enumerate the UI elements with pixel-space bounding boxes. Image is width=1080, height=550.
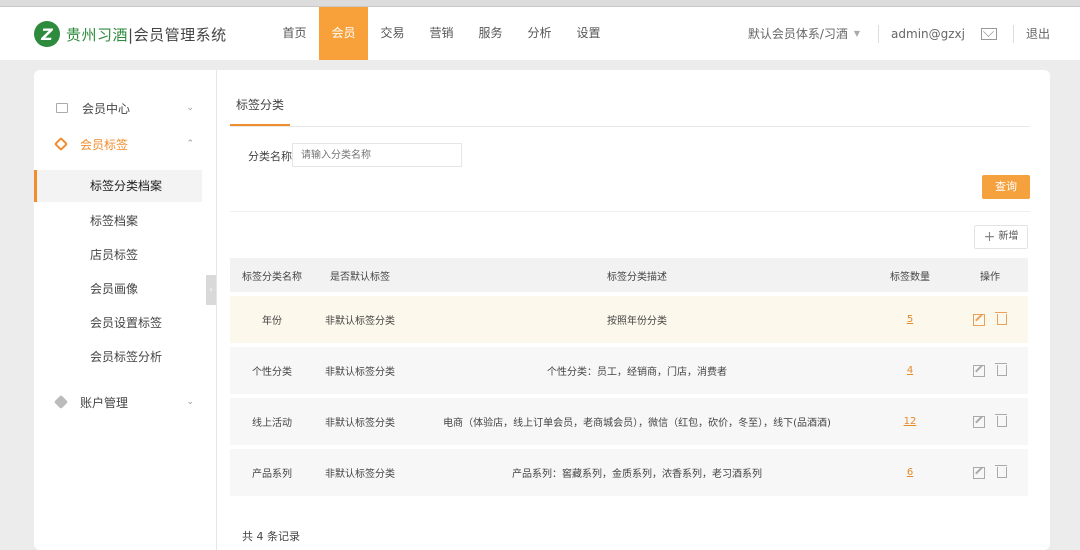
username[interactable]: admin@gzxj bbox=[891, 27, 965, 41]
divider bbox=[1012, 24, 1014, 43]
chevron-down-icon: ▼ bbox=[853, 29, 861, 38]
category-name-input[interactable] bbox=[292, 143, 462, 167]
divider bbox=[230, 211, 1030, 212]
chevron-down-icon: ⌄ bbox=[186, 103, 194, 113]
cell-is-default: 非默认标签分类 bbox=[325, 418, 395, 429]
sidebar-item-tag-archive[interactable]: 标签档案 bbox=[34, 205, 216, 237]
nav-analysis[interactable]: 分析 bbox=[515, 7, 564, 60]
sidebar-group-member-center[interactable]: 会员中心 ⌄ bbox=[34, 98, 216, 118]
trash-icon[interactable] bbox=[995, 413, 1007, 427]
edit-icon[interactable] bbox=[973, 364, 985, 377]
record-count: 共 4 条记录 bbox=[242, 530, 300, 543]
chevron-up-icon: ⌃ bbox=[186, 139, 194, 149]
logo-icon: Z bbox=[34, 21, 60, 47]
cell-description: 电商（体验店，线上订单会员，老商城会员），微信（红包，砍价，冬至），线下(品酒酒… bbox=[443, 418, 831, 429]
nav-member[interactable]: 会员 bbox=[319, 7, 368, 60]
plus-icon: + bbox=[983, 229, 996, 245]
logo[interactable]: Z 贵州习酒|会员管理系统 bbox=[34, 21, 227, 47]
edit-icon[interactable] bbox=[973, 313, 985, 326]
sidebar-item-member-set-tags[interactable]: 会员设置标签 bbox=[34, 307, 216, 339]
sidebar-item-tag-category[interactable]: 标签分类档案 bbox=[34, 170, 202, 202]
cell-name: 线上活动 bbox=[252, 418, 292, 429]
tag-count-link[interactable]: 5 bbox=[907, 314, 913, 325]
trash-icon[interactable] bbox=[995, 362, 1007, 376]
category-name-label: 分类名称 bbox=[248, 150, 292, 163]
main-nav: 首页 会员 交易 营销 服务 分析 设置 bbox=[270, 7, 613, 60]
member-system-select[interactable]: 默认会员体系/习酒 ▼ bbox=[748, 25, 860, 42]
tag-icon bbox=[53, 136, 69, 152]
tag-category-table: 标签分类名称 是否默认标签 标签分类描述 标签数量 操作 年份 非默认标签分类 … bbox=[230, 258, 1028, 496]
tag-icon bbox=[53, 394, 69, 410]
sidebar-item-member-portrait[interactable]: 会员画像 bbox=[34, 273, 216, 305]
row-actions bbox=[952, 413, 1028, 428]
sidebar-group-label: 会员标签 bbox=[80, 137, 129, 152]
card-icon bbox=[56, 103, 68, 113]
cell-name: 个性分类 bbox=[252, 367, 292, 378]
cell-name: 年份 bbox=[262, 316, 282, 327]
column-header: 操作 bbox=[980, 271, 1000, 283]
tag-count-link[interactable]: 6 bbox=[907, 467, 913, 478]
cell-is-default: 非默认标签分类 bbox=[325, 469, 395, 480]
nav-service[interactable]: 服务 bbox=[466, 7, 515, 60]
sidebar-group-label: 会员中心 bbox=[82, 101, 131, 116]
cell-is-default: 非默认标签分类 bbox=[325, 367, 395, 378]
tag-count-link[interactable]: 4 bbox=[907, 365, 913, 376]
column-header: 标签数量 bbox=[890, 271, 930, 283]
nav-marketing[interactable]: 营销 bbox=[417, 7, 466, 60]
trash-icon[interactable] bbox=[995, 311, 1007, 325]
sidebar-item-clerk-tags[interactable]: 店员标签 bbox=[34, 239, 216, 271]
browser-chrome bbox=[0, 0, 1080, 7]
edit-icon[interactable] bbox=[973, 415, 985, 428]
cell-is-default: 非默认标签分类 bbox=[325, 316, 395, 327]
logout-link[interactable]: 退出 bbox=[1026, 25, 1050, 42]
row-actions bbox=[952, 311, 1028, 326]
content-area: 标签分类 分类名称 查询 + 新增 标签分类名称 是否默认标签 标签分类描述 标… bbox=[230, 70, 1030, 550]
member-system-label: 默认会员体系/习酒 bbox=[747, 27, 848, 41]
main-card: 会员中心 ⌄ 会员标签 ⌃ 标签分类档案 标签档案 店员标签 会员画像 会员设置… bbox=[34, 70, 1050, 550]
cell-description: 个性分类：员工，经销商，门店，消费者 bbox=[547, 367, 727, 378]
query-button[interactable]: 查询 bbox=[982, 175, 1030, 199]
chevron-down-icon: ⌄ bbox=[186, 397, 194, 407]
add-button[interactable]: + 新增 bbox=[974, 225, 1028, 249]
sidebar-group-account[interactable]: 账户管理 ⌄ bbox=[34, 392, 216, 412]
table-row[interactable]: 产品系列 非默认标签分类 产品系列：窖藏系列，金质系列，浓香系列，老习酒系列 6 bbox=[230, 449, 1028, 496]
column-header: 标签分类名称 bbox=[242, 271, 302, 283]
sidebar-group-label: 账户管理 bbox=[80, 395, 129, 410]
header-right: 默认会员体系/习酒 ▼ admin@gzxj 退出 bbox=[748, 7, 1080, 60]
tab-bar: 标签分类 bbox=[230, 96, 1030, 127]
table-row[interactable]: 线上活动 非默认标签分类 电商（体验店，线上订单会员，老商城会员），微信（红包，… bbox=[230, 398, 1028, 445]
mail-icon[interactable] bbox=[980, 27, 997, 40]
add-button-label: 新增 bbox=[998, 231, 1019, 242]
divider bbox=[878, 24, 880, 43]
edit-icon[interactable] bbox=[973, 466, 985, 479]
collapse-sidebar-handle[interactable]: ‹ bbox=[206, 275, 216, 305]
tag-count-link[interactable]: 12 bbox=[904, 416, 917, 427]
logo-text: 贵州习酒|会员管理系统 bbox=[66, 25, 227, 44]
nav-trade[interactable]: 交易 bbox=[368, 7, 417, 60]
table-row[interactable]: 年份 非默认标签分类 按照年份分类 5 bbox=[230, 296, 1028, 343]
nav-settings[interactable]: 设置 bbox=[564, 7, 613, 60]
table-header: 标签分类名称 是否默认标签 标签分类描述 标签数量 操作 bbox=[230, 258, 1028, 292]
sidebar-group-member-tags[interactable]: 会员标签 ⌃ bbox=[34, 134, 216, 154]
sidebar: 会员中心 ⌄ 会员标签 ⌃ 标签分类档案 标签档案 店员标签 会员画像 会员设置… bbox=[34, 70, 217, 550]
tab-tag-category[interactable]: 标签分类 bbox=[230, 96, 290, 126]
column-header: 标签分类描述 bbox=[607, 271, 667, 283]
top-header: Z 贵州习酒|会员管理系统 首页 会员 交易 营销 服务 分析 设置 默认会员体… bbox=[0, 7, 1080, 60]
table-row[interactable]: 个性分类 非默认标签分类 个性分类：员工，经销商，门店，消费者 4 bbox=[230, 347, 1028, 394]
trash-icon[interactable] bbox=[995, 464, 1007, 478]
row-actions bbox=[952, 464, 1028, 479]
nav-home[interactable]: 首页 bbox=[270, 7, 319, 60]
cell-description: 按照年份分类 bbox=[607, 316, 667, 327]
cell-description: 产品系列：窖藏系列，金质系列，浓香系列，老习酒系列 bbox=[512, 469, 762, 480]
cell-name: 产品系列 bbox=[252, 469, 292, 480]
row-actions bbox=[952, 362, 1028, 377]
column-header: 是否默认标签 bbox=[330, 271, 390, 283]
sidebar-item-tag-analysis[interactable]: 会员标签分析 bbox=[34, 341, 216, 373]
